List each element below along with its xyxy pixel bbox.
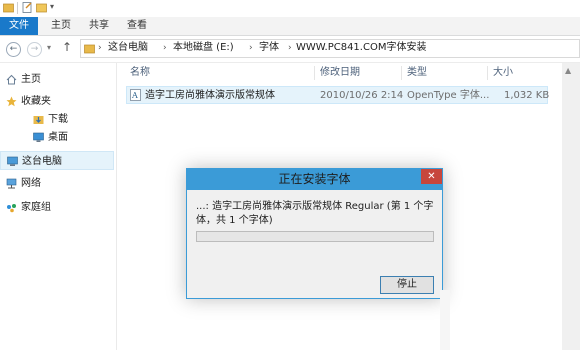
column-header-size[interactable]: 大小 (493, 66, 513, 80)
scroll-up-arrow-icon[interactable]: ▲ (565, 66, 571, 75)
file-size: 1,032 KB (504, 90, 550, 101)
toolbar-divider (17, 2, 18, 14)
nav-item-label: 收藏夹 (21, 96, 51, 107)
nav-item-homegroup[interactable]: 家庭组 (0, 198, 114, 217)
breadcrumb-this-pc[interactable]: 这台电脑 (108, 41, 148, 55)
homegroup-icon (7, 204, 16, 213)
font-file-icon: A (130, 89, 141, 101)
recent-locations-icon[interactable]: ▾ (47, 43, 51, 52)
breadcrumb-chevron-icon[interactable]: › (98, 41, 102, 55)
folder-icon (3, 3, 14, 13)
tab-home[interactable]: 主页 (46, 17, 76, 35)
nav-item-desktop[interactable]: 桌面 (0, 128, 114, 147)
nav-item-label: 下载 (48, 114, 68, 125)
nav-item-home[interactable]: 主页 (0, 70, 114, 89)
nav-item-label: 桌面 (48, 132, 68, 143)
forward-button[interactable]: → (27, 42, 42, 57)
title-bar (0, 0, 580, 18)
column-divider[interactable] (487, 66, 488, 80)
dialog-shadow-edge (440, 290, 450, 350)
back-button[interactable]: ← (6, 42, 21, 57)
network-icon (6, 178, 17, 189)
column-header-name[interactable]: 名称 (130, 66, 150, 80)
nav-item-label: 主页 (21, 74, 41, 85)
file-name: 造字工房尚雅体演示版常规体 (145, 90, 275, 101)
up-button[interactable]: ↑ (62, 40, 72, 54)
nav-item-downloads[interactable]: 下载 (0, 110, 114, 129)
star-icon (6, 96, 17, 107)
folder-icon (84, 44, 95, 54)
column-divider[interactable] (314, 66, 315, 80)
nav-item-label: 网络 (21, 178, 41, 189)
file-type: OpenType 字体... (407, 90, 490, 101)
vertical-scrollbar[interactable] (562, 63, 580, 350)
tab-view[interactable]: 查看 (122, 17, 152, 35)
breadcrumb-chevron-icon[interactable]: › (288, 41, 292, 55)
computer-icon (7, 156, 18, 166)
download-folder-icon (33, 116, 44, 124)
svg-text:A: A (131, 91, 138, 100)
dialog-message: ...: 造字工房尚雅体演示版常规体 Regular (第 1 个字体，共 1 … (196, 201, 434, 226)
breadcrumb-chevron-icon[interactable]: › (163, 41, 167, 55)
breadcrumb-chevron-icon[interactable]: › (249, 41, 253, 55)
home-icon (6, 74, 17, 85)
column-divider[interactable] (401, 66, 402, 80)
dialog-close-button[interactable]: ✕ (421, 169, 442, 184)
breadcrumb-drive-e[interactable]: 本地磁盘 (E:) (173, 41, 234, 55)
tab-file[interactable]: 文件 (0, 17, 38, 35)
stop-button[interactable]: 停止 (380, 276, 434, 294)
nav-item-this-pc[interactable]: 这台电脑 (0, 151, 114, 170)
properties-icon[interactable] (22, 2, 33, 13)
nav-item-favorites[interactable]: 收藏夹 (0, 92, 114, 111)
breadcrumb-fonts[interactable]: 字体 (259, 41, 279, 55)
quick-access-dropdown-icon[interactable]: ▾ (50, 2, 54, 11)
nav-item-network[interactable]: 网络 (0, 174, 114, 193)
new-folder-icon[interactable] (36, 2, 47, 13)
breadcrumb-current-folder[interactable]: WWW.PC841.COM字体安装 (296, 41, 426, 55)
nav-item-label: 这台电脑 (22, 156, 62, 167)
dialog-title: 正在安装字体 (278, 172, 351, 186)
file-date: 2010/10/26 2:14 (320, 90, 404, 101)
tab-share[interactable]: 共享 (84, 17, 114, 35)
install-progress-bar (196, 231, 434, 242)
column-header-date[interactable]: 修改日期 (320, 66, 360, 80)
nav-item-label: 家庭组 (21, 202, 51, 213)
column-header-type[interactable]: 类型 (407, 66, 427, 80)
desktop-icon (33, 132, 44, 142)
